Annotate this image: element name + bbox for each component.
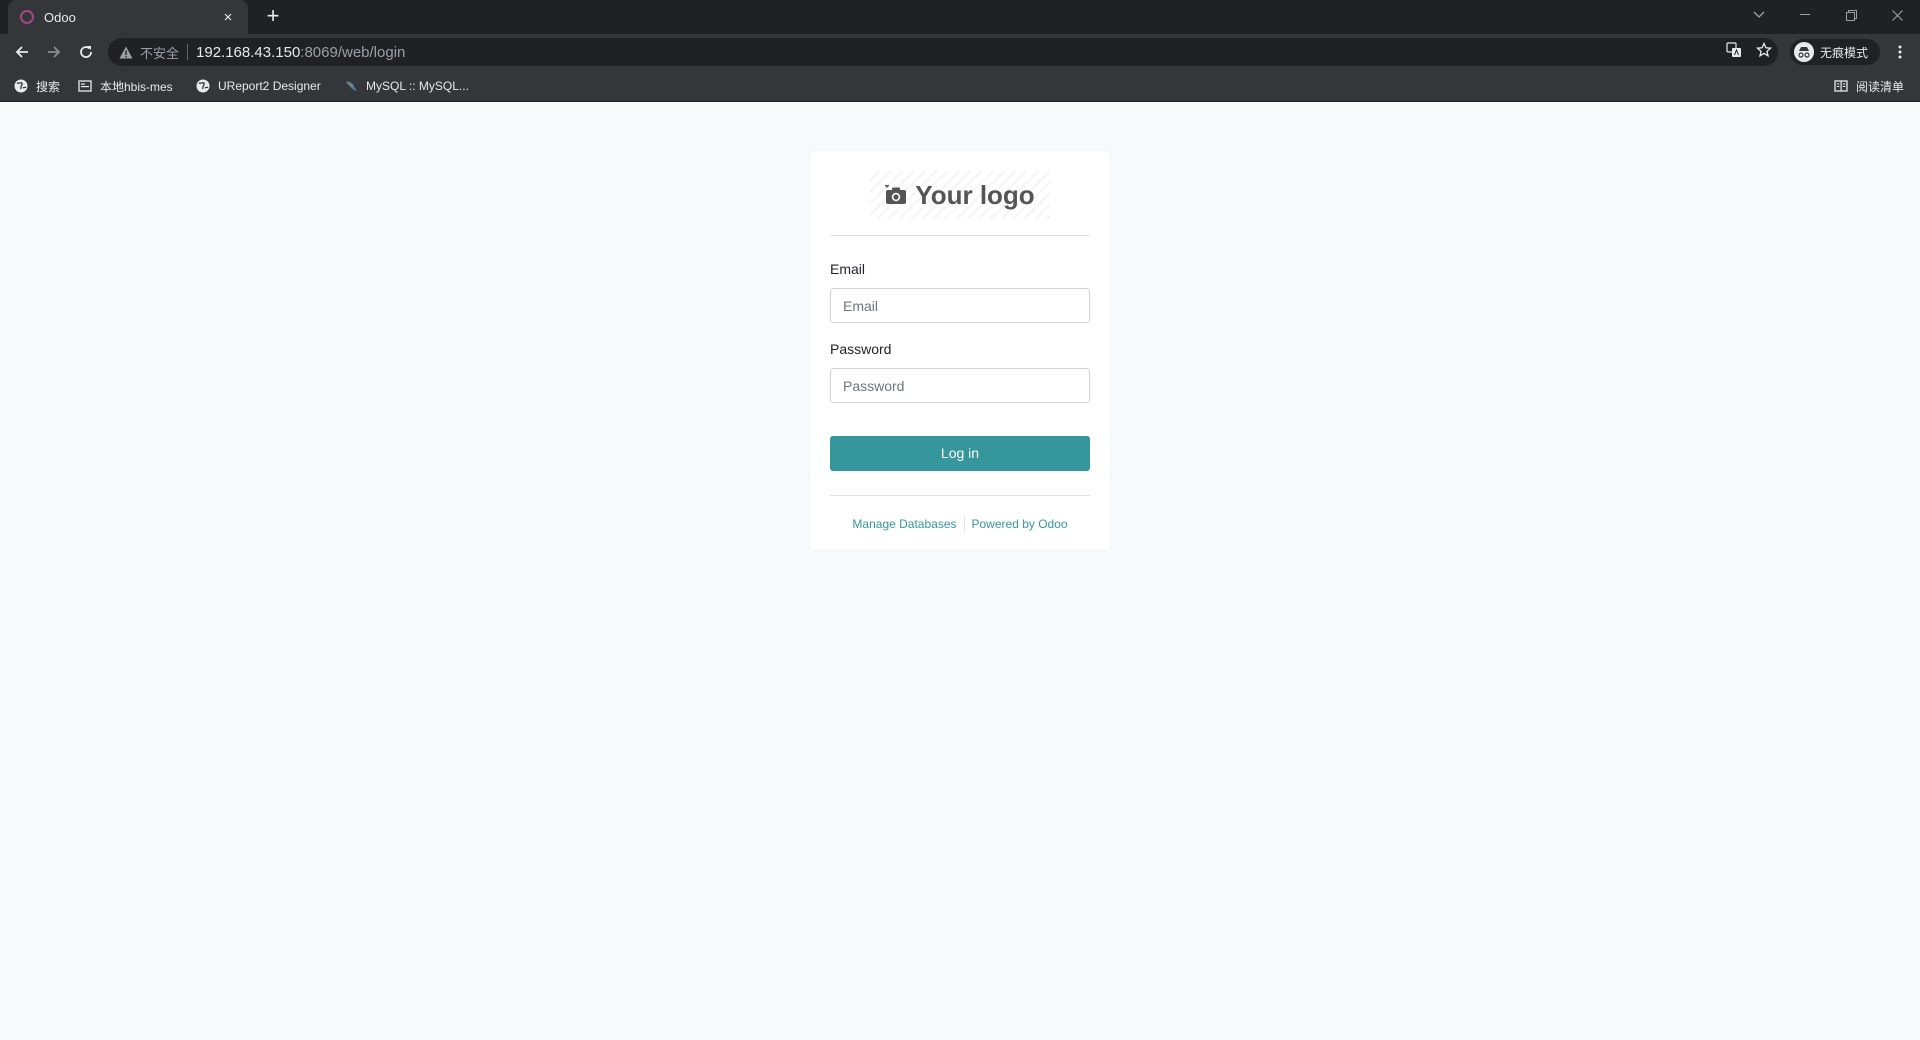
footer-separator — [963, 516, 965, 532]
footer-divider — [830, 495, 1090, 496]
warning-icon[interactable] — [118, 44, 134, 60]
login-footer: Manage Databases Powered by Odoo — [810, 515, 1110, 533]
globe-icon — [14, 79, 28, 93]
reading-list-button[interactable]: 阅读清单 — [1834, 76, 1904, 96]
header-divider — [830, 235, 1090, 236]
manage-databases-link[interactable]: Manage Databases — [852, 517, 956, 531]
company-logo: Your logo — [870, 171, 1050, 219]
restore-icon[interactable] — [1828, 0, 1874, 30]
security-label[interactable]: 不安全 — [140, 43, 179, 62]
incognito-profile-button[interactable]: 无痕模式 — [1790, 39, 1880, 65]
bookmark-search[interactable]: 搜索 — [14, 76, 60, 96]
forward-icon[interactable] — [40, 38, 68, 66]
url-host[interactable]: 192.168.43.150 — [196, 44, 300, 61]
login-button[interactable]: Log in — [830, 436, 1090, 471]
logo-text: Your logo — [915, 179, 1035, 210]
bookmark-star-icon[interactable] — [1755, 41, 1773, 63]
bookmark-label: 搜索 — [36, 79, 61, 94]
minimize-icon[interactable] — [1782, 0, 1828, 30]
odoo-favicon-icon — [20, 10, 34, 24]
bookmark-page-icon — [78, 79, 92, 93]
new-tab-button[interactable]: + — [260, 4, 286, 30]
kebab-menu-icon[interactable] — [1886, 38, 1914, 66]
bookmark-ureport2[interactable]: UReport2 Designer — [196, 76, 321, 96]
address-separator — [187, 44, 189, 60]
address-bar[interactable]: 不安全 192.168.43.150 :8069/web/login — [108, 38, 1778, 66]
tab-strip: Odoo × + — [0, 0, 1920, 34]
tab-close-icon[interactable]: × — [220, 9, 236, 26]
browser-tab[interactable]: Odoo × — [8, 0, 248, 34]
tab-search-icon[interactable] — [1736, 0, 1782, 30]
bookmark-label: 本地hbis-mes — [100, 79, 173, 94]
browser-toolbar: 不安全 192.168.43.150 :8069/web/login 无痕模式 — [0, 34, 1920, 70]
email-label: Email — [830, 261, 866, 277]
login-card: Your logo Email Password Log in Manage D… — [810, 151, 1110, 550]
reload-icon[interactable] — [72, 38, 100, 66]
bookmark-label: UReport2 Designer — [218, 79, 321, 93]
bookmarks-bar: 搜索 本地hbis-mes UReport2 Designer MySQL ::… — [0, 70, 1920, 102]
back-icon[interactable] — [8, 38, 36, 66]
powered-by-odoo-link[interactable]: Powered by Odoo — [972, 517, 1068, 531]
bookmark-label: MySQL :: MySQL... — [366, 79, 469, 93]
mysql-dolphin-icon — [344, 79, 358, 93]
bookmark-hbis-mes[interactable]: 本地hbis-mes — [78, 76, 173, 96]
tab-title: Odoo — [44, 9, 76, 25]
globe-icon — [196, 79, 210, 93]
profile-label: 无痕模式 — [1820, 45, 1869, 60]
close-window-icon[interactable] — [1874, 0, 1920, 30]
url-path[interactable]: :8069/web/login — [300, 44, 405, 61]
reading-list-icon — [1834, 79, 1848, 93]
incognito-icon — [1794, 42, 1814, 62]
password-field[interactable] — [830, 368, 1090, 403]
reading-list-label: 阅读清单 — [1856, 79, 1905, 94]
email-field[interactable] — [830, 288, 1090, 323]
password-label: Password — [830, 341, 892, 357]
camera-icon — [885, 185, 907, 205]
translate-icon[interactable] — [1726, 41, 1742, 63]
bookmark-mysql[interactable]: MySQL :: MySQL... — [344, 76, 469, 96]
